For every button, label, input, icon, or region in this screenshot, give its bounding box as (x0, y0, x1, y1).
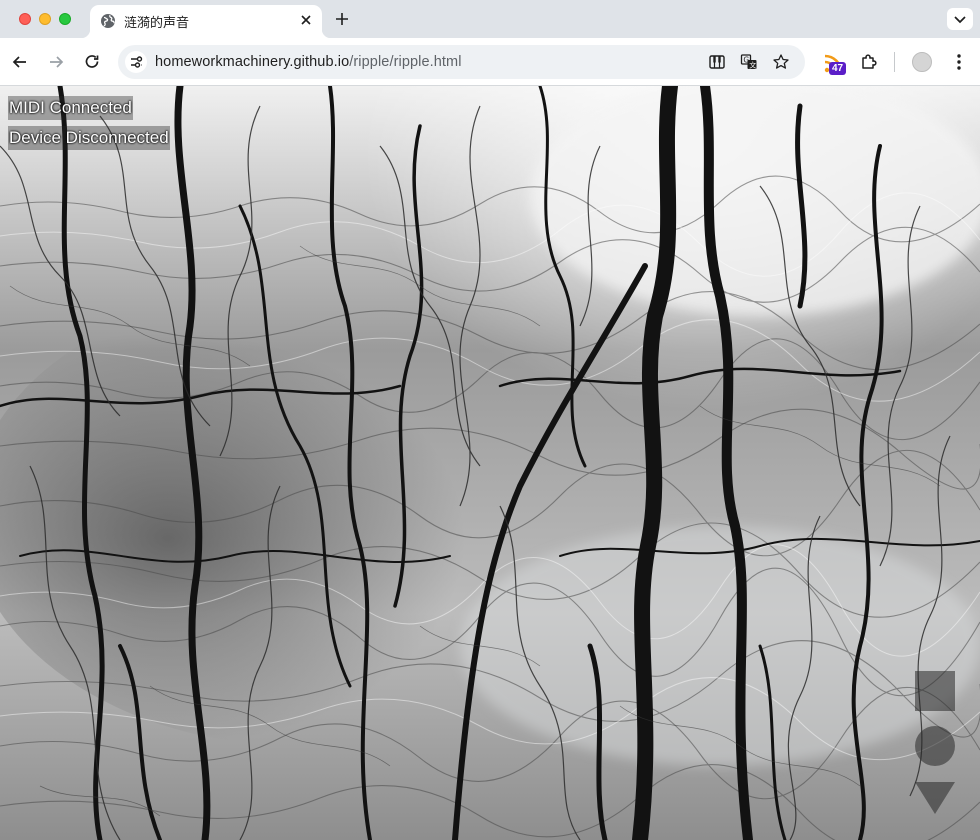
tune-icon (131, 56, 143, 68)
triangle-control-button[interactable] (915, 782, 955, 814)
toolbar-separator (894, 52, 895, 72)
forward-arrow-icon[interactable] (46, 52, 66, 72)
window-maximize-button[interactable] (59, 13, 71, 25)
circle-control-button[interactable] (915, 726, 955, 766)
site-info-button[interactable] (125, 51, 147, 73)
page-content[interactable]: MIDI Connected Device Disconnected (0, 86, 980, 840)
rss-badge: 47 (829, 62, 847, 75)
tab-title: 涟漪的声音 (124, 15, 190, 30)
tab-strip: 涟漪的声音 (0, 0, 980, 38)
profile-avatar[interactable] (912, 52, 932, 72)
device-status-label: Device Disconnected (8, 126, 170, 150)
chevron-down-icon (954, 16, 966, 24)
tab-search-button[interactable] (947, 8, 973, 30)
tab-active[interactable]: 涟漪的声音 (81, 5, 331, 38)
translate-icon[interactable]: G 文 (740, 53, 758, 71)
url-path: /ripple/ripple.html (349, 54, 462, 70)
window-close-button[interactable] (19, 13, 31, 25)
more-vert-icon[interactable] (949, 52, 969, 72)
window-minimize-button[interactable] (39, 13, 51, 25)
svg-text:文: 文 (749, 61, 756, 70)
url-text[interactable]: homeworkmachinery.github.io/ripple/rippl… (155, 54, 462, 70)
midi-status-label: MIDI Connected (8, 96, 133, 120)
square-control-button[interactable] (915, 671, 955, 711)
star-icon[interactable] (772, 53, 790, 71)
browser-toolbar: homeworkmachinery.github.io/ripple/rippl… (0, 38, 980, 86)
new-tab-icon[interactable] (333, 10, 351, 28)
extensions-puzzle-icon[interactable] (859, 52, 879, 72)
address-bar[interactable]: homeworkmachinery.github.io/ripple/rippl… (118, 45, 805, 79)
url-host: homeworkmachinery.github.io (155, 54, 350, 70)
close-icon[interactable] (298, 12, 314, 28)
back-arrow-icon[interactable] (10, 52, 30, 72)
background-photo (0, 86, 980, 840)
piano-keyboard-icon[interactable] (708, 53, 726, 71)
globe-icon (101, 14, 115, 28)
reload-icon[interactable] (82, 52, 102, 72)
